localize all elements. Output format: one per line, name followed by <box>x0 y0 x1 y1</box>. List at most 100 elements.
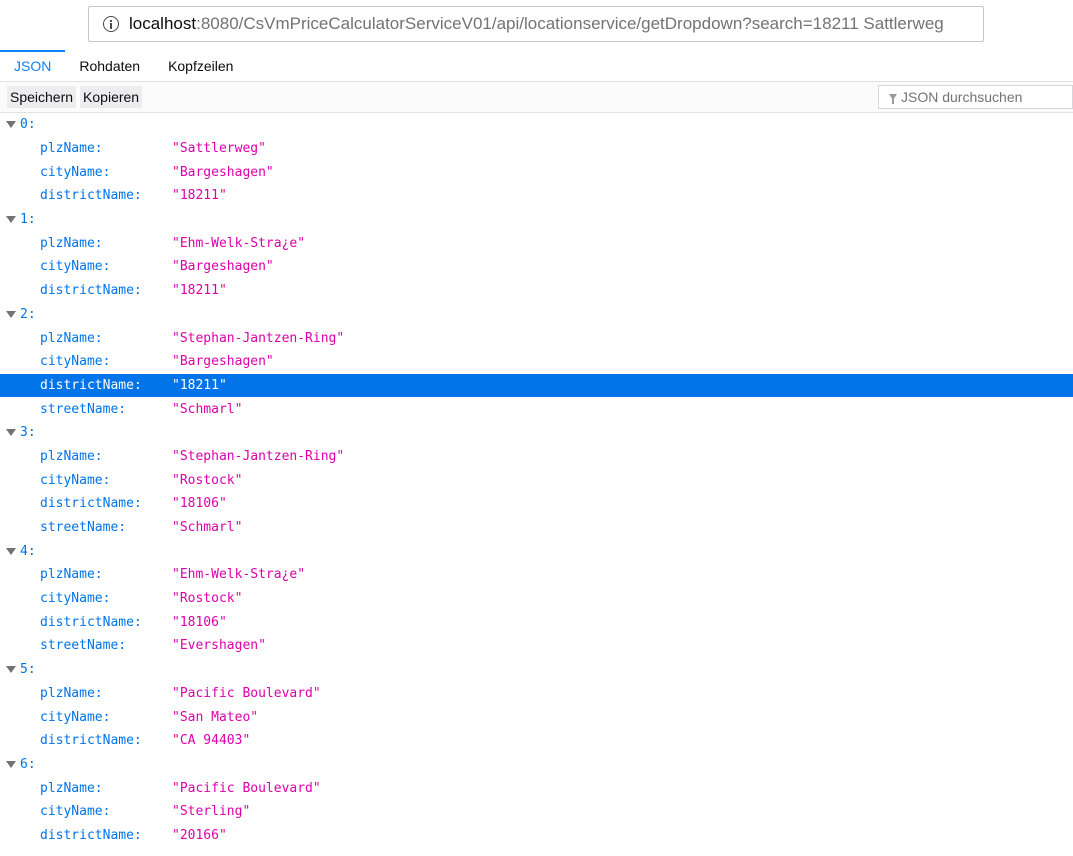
json-toolbar: Speichern Kopieren <box>0 82 1073 113</box>
property-row[interactable]: plzName: "Stephan-Jantzen-Ring" <box>0 326 1073 350</box>
url-path: :8080/CsVmPriceCalculatorServiceV01/api/… <box>196 14 944 33</box>
property-value: "Stephan-Jantzen-Ring" <box>172 448 345 464</box>
filter-icon <box>889 94 897 104</box>
expand-triangle-icon[interactable] <box>6 666 16 674</box>
property-key: districtName: <box>40 496 142 512</box>
property-value: "20166" <box>172 827 227 843</box>
property-value: "San Mateo" <box>172 709 259 725</box>
node-index: 3: <box>20 425 36 441</box>
viewer-tabs: JSON Rohdaten Kopfzeilen <box>0 50 1073 82</box>
property-value: "Bargeshagen" <box>172 164 274 180</box>
copy-button[interactable]: Kopieren <box>80 86 143 108</box>
property-key: plzName: <box>40 235 103 251</box>
property-row[interactable]: districtName: "CA 94403" <box>0 729 1073 753</box>
property-key: plzName: <box>40 685 103 701</box>
property-row[interactable]: districtName: "18211" <box>0 184 1073 208</box>
property-value: "Evershagen" <box>172 638 266 654</box>
property-row[interactable]: districtName: "18106" <box>0 492 1073 516</box>
property-key: streetName: <box>40 520 127 536</box>
property-key: cityName: <box>40 804 111 820</box>
property-row[interactable]: cityName: "Bargeshagen" <box>0 350 1073 374</box>
property-value: "Bargeshagen" <box>172 354 274 370</box>
tab-raw-data[interactable]: Rohdaten <box>65 50 154 81</box>
url-text[interactable]: localhost:8080/CsVmPriceCalculatorServic… <box>129 14 944 34</box>
property-row[interactable]: streetName: "Schmarl" <box>0 516 1073 540</box>
tree-node-row[interactable]: 3: <box>0 421 1073 445</box>
property-row[interactable]: plzName: "Sattlerweg" <box>0 137 1073 161</box>
property-value: "Sterling" <box>172 804 251 820</box>
property-key: districtName: <box>40 614 142 630</box>
node-index: 2: <box>20 306 36 322</box>
property-key: plzName: <box>40 448 103 464</box>
property-key: districtName: <box>40 188 142 204</box>
property-key: plzName: <box>40 141 103 157</box>
property-key: plzName: <box>40 567 103 583</box>
property-row[interactable]: cityName: "Bargeshagen" <box>0 160 1073 184</box>
property-key: streetName: <box>40 401 127 417</box>
url-bar[interactable]: localhost:8080/CsVmPriceCalculatorServic… <box>88 6 984 42</box>
expand-triangle-icon[interactable] <box>6 429 16 437</box>
tab-headers[interactable]: Kopfzeilen <box>154 50 247 81</box>
property-row[interactable]: cityName: "Bargeshagen" <box>0 255 1073 279</box>
property-row[interactable]: cityName: "Sterling" <box>0 800 1073 824</box>
property-row[interactable]: cityName: "San Mateo" <box>0 705 1073 729</box>
property-value: "CA 94403" <box>172 733 251 749</box>
property-key: cityName: <box>40 354 111 370</box>
property-row[interactable]: streetName: "Schmarl" <box>0 397 1073 421</box>
property-row[interactable]: cityName: "Rostock" <box>0 587 1073 611</box>
tree-node-row[interactable]: 6: <box>0 753 1073 777</box>
property-key: cityName: <box>40 164 111 180</box>
property-value: "Pacific Boulevard" <box>172 780 321 796</box>
expand-triangle-icon[interactable] <box>6 216 16 224</box>
property-row[interactable]: plzName: "Pacific Boulevard" <box>0 682 1073 706</box>
url-host: localhost <box>129 14 197 33</box>
tree-node-row[interactable]: 5: <box>0 658 1073 682</box>
expand-triangle-icon[interactable] <box>6 121 16 129</box>
property-value: "Rostock" <box>172 472 243 488</box>
property-row[interactable]: districtName: "20166" <box>0 824 1073 848</box>
property-value: "18211" <box>172 283 227 299</box>
property-row[interactable]: plzName: "Ehm-Welk-Stra¿e" <box>0 563 1073 587</box>
property-value: "18106" <box>172 614 227 630</box>
node-index: 6: <box>20 756 36 772</box>
property-row[interactable]: cityName: "Rostock" <box>0 468 1073 492</box>
node-index: 4: <box>20 543 36 559</box>
property-row[interactable]: streetName: "Evershagen" <box>0 634 1073 658</box>
property-row[interactable]: plzName: "Ehm-Welk-Stra¿e" <box>0 231 1073 255</box>
property-key: districtName: <box>40 733 142 749</box>
tree-node-row[interactable]: 0: <box>0 113 1073 137</box>
property-row[interactable]: districtName: "18106" <box>0 610 1073 634</box>
property-value: "Schmarl" <box>172 520 243 536</box>
tree-node-row[interactable]: 4: <box>0 539 1073 563</box>
property-key: streetName: <box>40 638 127 654</box>
expand-triangle-icon[interactable] <box>6 310 16 318</box>
property-key: cityName: <box>40 709 111 725</box>
property-row[interactable]: districtName: "18211" <box>0 279 1073 303</box>
node-index: 0: <box>20 117 36 133</box>
save-button[interactable]: Speichern <box>7 86 77 108</box>
json-tree: 0: plzName: "Sattlerweg" cityName: "Bargesha… <box>0 113 1073 847</box>
property-value: "Pacific Boulevard" <box>172 685 321 701</box>
node-index: 5: <box>20 662 36 678</box>
address-bar-area: localhost:8080/CsVmPriceCalculatorServic… <box>0 0 1073 50</box>
property-value: "Rostock" <box>172 591 243 607</box>
expand-triangle-icon[interactable] <box>6 547 16 555</box>
tree-node-row[interactable]: 1: <box>0 208 1073 232</box>
property-value: "Sattlerweg" <box>172 141 266 157</box>
property-value: "Bargeshagen" <box>172 259 274 275</box>
property-value: "Schmarl" <box>172 401 243 417</box>
property-key: districtName: <box>40 377 142 393</box>
property-value: "18211" <box>172 377 227 393</box>
property-row[interactable]: plzName: "Pacific Boulevard" <box>0 776 1073 800</box>
tree-node-row[interactable]: 2: <box>0 303 1073 327</box>
property-row[interactable]: districtName: "18211" <box>0 373 1073 398</box>
property-value: "Ehm-Welk-Stra¿e" <box>172 567 306 583</box>
tab-json[interactable]: JSON <box>0 50 66 81</box>
json-filter[interactable] <box>878 85 1073 109</box>
info-icon[interactable] <box>103 16 119 32</box>
property-key: districtName: <box>40 827 142 843</box>
property-value: "Ehm-Welk-Stra¿e" <box>172 235 306 251</box>
expand-triangle-icon[interactable] <box>6 760 16 768</box>
filter-input[interactable] <box>901 89 1066 105</box>
property-row[interactable]: plzName: "Stephan-Jantzen-Ring" <box>0 445 1073 469</box>
